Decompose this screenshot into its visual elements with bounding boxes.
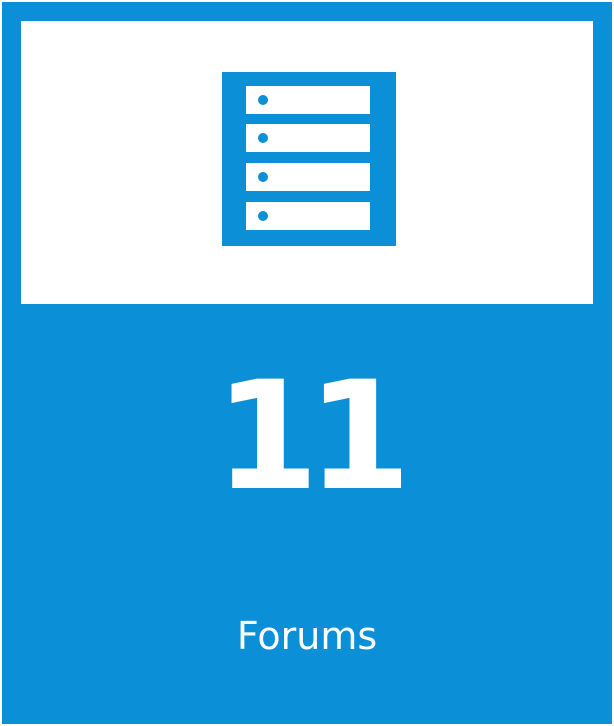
- forums-label: Forums: [236, 614, 378, 658]
- forums-stat-tile[interactable]: 11 Forums: [2, 2, 612, 724]
- forums-count: 11: [214, 350, 412, 524]
- forum-list-icon: [222, 72, 396, 246]
- tile-icon-panel: [21, 21, 593, 304]
